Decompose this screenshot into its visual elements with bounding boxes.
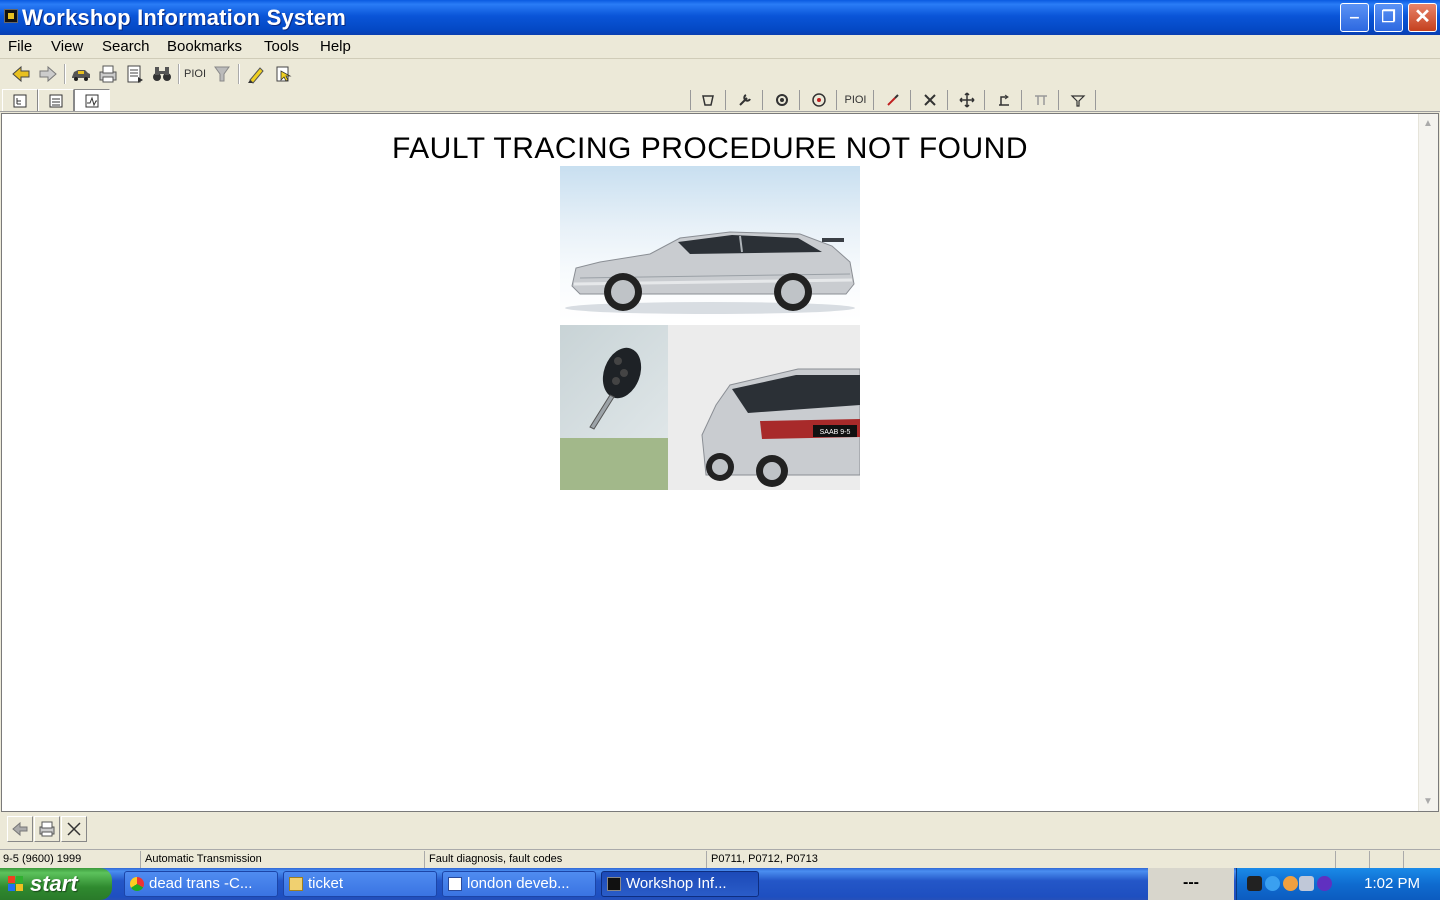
menu-bookmarks[interactable]: Bookmarks xyxy=(167,38,242,55)
page-title: FAULT TRACING PROCEDURE NOT FOUND xyxy=(391,132,1028,165)
windows-logo-icon xyxy=(8,876,24,892)
color-swatch-image xyxy=(560,438,668,490)
system-tray: 1:02 PM xyxy=(1236,868,1440,900)
screwdriver-icon[interactable] xyxy=(875,90,911,110)
tray-language-indicator[interactable]: --- xyxy=(1148,868,1234,900)
app-icon xyxy=(607,877,621,891)
printer-icon[interactable] xyxy=(97,63,119,85)
forward-arrow-icon[interactable] xyxy=(37,63,59,85)
task-document[interactable]: london deveb... xyxy=(442,871,596,897)
filter-icon[interactable] xyxy=(211,63,233,85)
start-label: start xyxy=(30,871,78,896)
engine-icon[interactable] xyxy=(764,90,800,110)
car-icon[interactable] xyxy=(70,63,92,85)
network-icon[interactable] xyxy=(1265,876,1280,891)
clock[interactable]: 1:02 PM xyxy=(1364,875,1420,892)
menu-tools[interactable]: Tools xyxy=(264,38,299,55)
status-bar: 9-5 (9600) 1999 Automatic Transmission F… xyxy=(0,849,1440,868)
list-view-tab[interactable] xyxy=(38,89,74,111)
chrome-icon xyxy=(130,877,144,891)
pio-tab-button[interactable]: PIOI xyxy=(838,90,874,110)
car-key-image xyxy=(560,325,668,438)
move-icon[interactable] xyxy=(949,90,985,110)
wheel-icon[interactable] xyxy=(801,90,837,110)
close-button[interactable]: ✕ xyxy=(1408,3,1437,32)
start-button[interactable]: start xyxy=(0,868,112,900)
update-icon[interactable] xyxy=(1283,876,1298,891)
table-icon[interactable] xyxy=(1023,90,1059,110)
scroll-up-icon[interactable]: ▲ xyxy=(1423,118,1433,129)
task-label: Workshop Inf... xyxy=(626,875,727,892)
content-pane: FAULT TRACING PROCEDURE NOT FOUND SAAB 9… xyxy=(1,113,1439,812)
task-label: dead trans -C... xyxy=(149,875,253,892)
funnel-icon[interactable] xyxy=(1060,90,1096,110)
task-label: london deveb... xyxy=(467,875,570,892)
highlighter-icon[interactable] xyxy=(245,63,267,85)
status-vehicle: 9-5 (9600) 1999 xyxy=(0,851,141,868)
printer-icon[interactable] xyxy=(34,816,60,842)
status-cell-empty xyxy=(1371,851,1404,868)
menu-bar: File View Search Bookmarks Tools Help xyxy=(0,35,1440,59)
task-workshop[interactable]: Workshop Inf... xyxy=(601,871,759,897)
diagnostics-tab[interactable] xyxy=(74,89,110,111)
toolbar-separator xyxy=(178,64,180,84)
task-label: ticket xyxy=(308,875,344,892)
status-section: Fault diagnosis, fault codes xyxy=(426,851,707,868)
menu-view[interactable]: View xyxy=(51,38,83,55)
brake-icon[interactable] xyxy=(690,90,726,110)
lift-icon[interactable] xyxy=(986,90,1022,110)
task-folder[interactable]: ticket xyxy=(283,871,437,897)
tools-icon[interactable] xyxy=(912,90,948,110)
navigation-toolbar: PIOI xyxy=(0,88,1440,112)
bluetooth-icon[interactable] xyxy=(1317,876,1332,891)
taskbar: start dead trans -C... ticket london dev… xyxy=(0,868,1440,900)
title-bar: Workshop Information System ‒ ❐ ✕ xyxy=(0,0,1440,35)
monitor-icon[interactable] xyxy=(1299,876,1314,891)
car-side-image xyxy=(560,166,860,321)
status-cell-empty xyxy=(1337,851,1370,868)
window-title: Workshop Information System xyxy=(22,5,347,30)
pio-button[interactable]: PIOI xyxy=(184,63,206,85)
toolbar-separator xyxy=(64,64,66,84)
status-system: Automatic Transmission xyxy=(142,851,425,868)
pointer-icon[interactable] xyxy=(272,63,294,85)
wrench-icon[interactable] xyxy=(727,90,763,110)
maximize-button[interactable]: ❐ xyxy=(1374,3,1403,32)
close-panel-icon[interactable] xyxy=(61,816,87,842)
bottom-toolbar xyxy=(0,812,1440,848)
tree-view-tab[interactable] xyxy=(2,89,38,111)
power-icon[interactable] xyxy=(1247,876,1262,891)
vertical-scrollbar[interactable]: ▲ ▼ xyxy=(1418,114,1438,811)
status-cell-empty xyxy=(1405,851,1440,868)
binoculars-icon[interactable] xyxy=(151,63,173,85)
menu-search[interactable]: Search xyxy=(102,38,150,55)
app-icon xyxy=(4,9,18,23)
task-chrome[interactable]: dead trans -C... xyxy=(124,871,278,897)
menu-help[interactable]: Help xyxy=(320,38,351,55)
back-arrow-icon[interactable] xyxy=(7,816,33,842)
minimize-button[interactable]: ‒ xyxy=(1340,3,1369,32)
license-plate-text: SAAB 9-5 xyxy=(820,429,851,436)
folder-icon xyxy=(289,877,303,891)
main-toolbar: PIOI xyxy=(0,60,1440,88)
back-arrow-icon[interactable] xyxy=(10,63,32,85)
status-fault-codes: P0711, P0712, P0713 xyxy=(708,851,1336,868)
toolbar-separator xyxy=(238,64,240,84)
document-icon[interactable] xyxy=(124,63,146,85)
car-rear-image: SAAB 9-5 xyxy=(668,325,860,490)
scroll-down-icon[interactable]: ▼ xyxy=(1423,796,1433,807)
menu-file[interactable]: File xyxy=(8,38,32,55)
document-icon xyxy=(448,877,462,891)
